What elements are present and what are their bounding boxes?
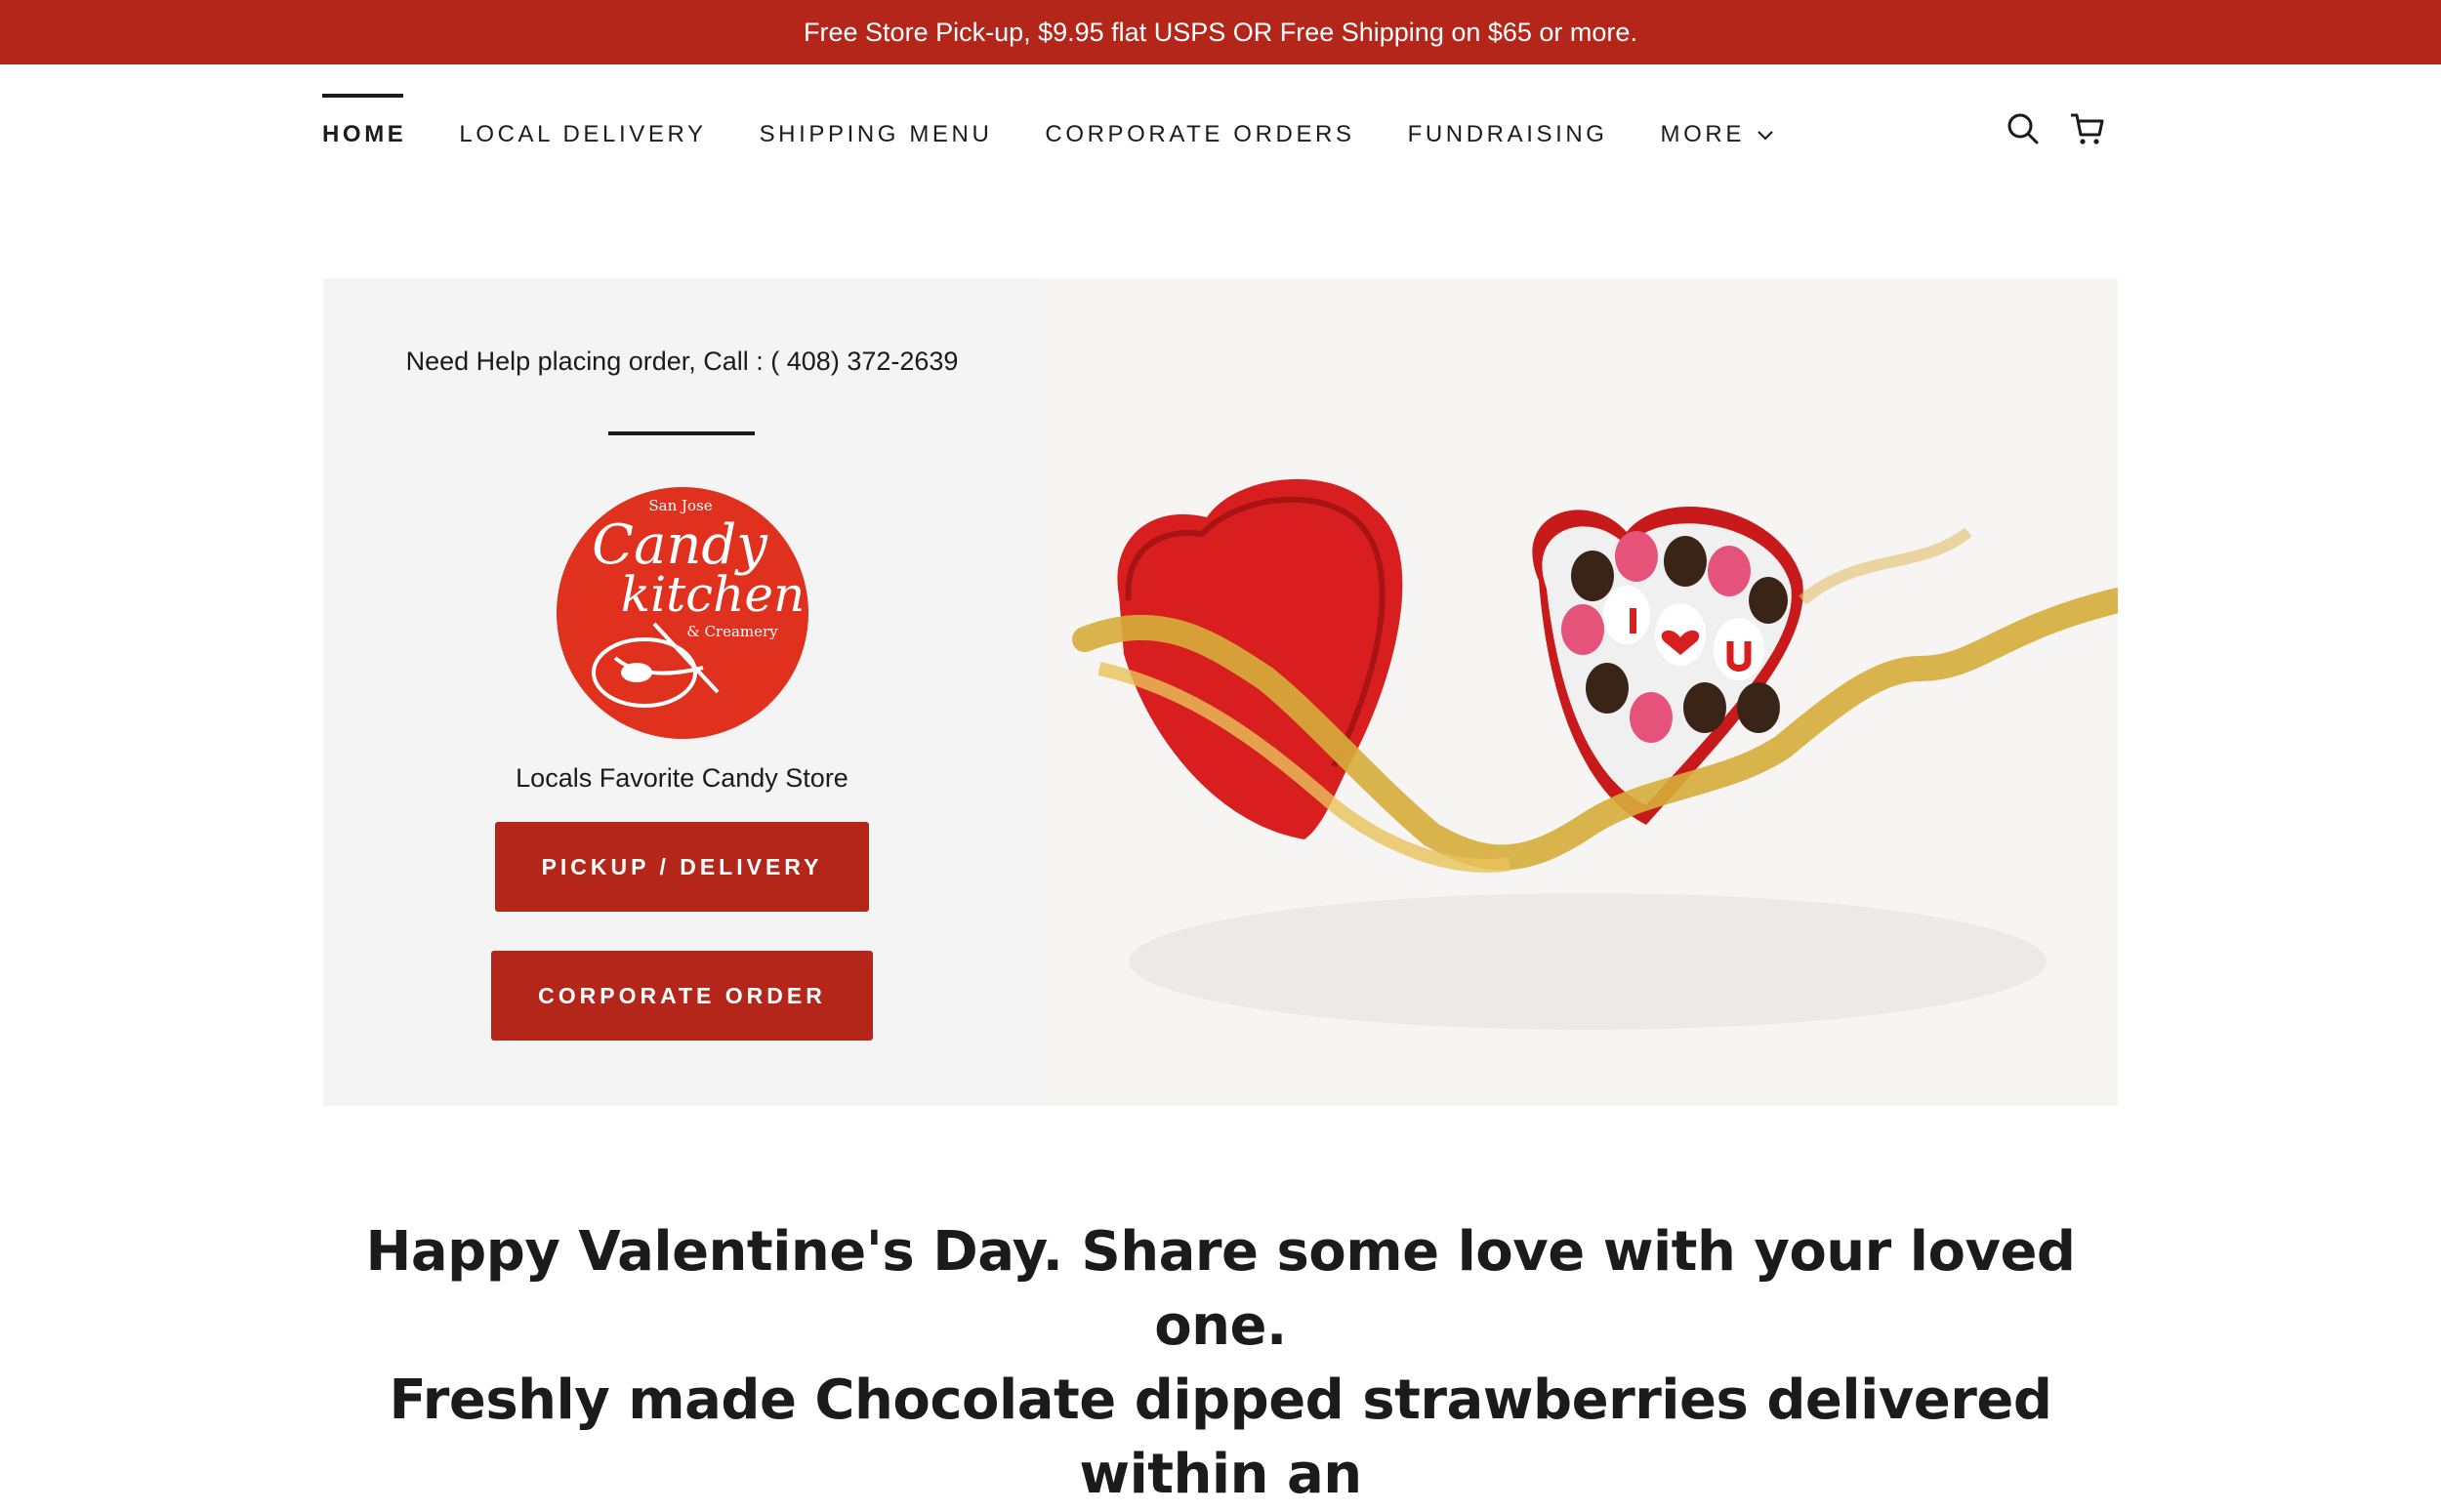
divider (608, 431, 755, 435)
svg-text:& Creamery: & Creamery (686, 623, 778, 640)
nav-label-local-delivery: LOCAL DELIVERY (459, 121, 707, 147)
headline: Happy Valentine's Day. Share some love w… (322, 1215, 2119, 1512)
nav-item-more[interactable]: MORE (1661, 94, 1776, 148)
tagline: Locals Favorite Candy Store (516, 763, 848, 793)
announcement-text: Free Store Pick-up, $9.95 flat USPS OR F… (804, 17, 1637, 47)
svg-text:kitchen: kitchen (621, 566, 805, 623)
nav-item-shipping-menu[interactable]: SHIPPING MENU (760, 94, 993, 148)
search-icon[interactable] (2004, 109, 2043, 148)
pickup-delivery-button[interactable]: PICKUP / DELIVERY (495, 822, 869, 912)
nav-item-fundraising[interactable]: FUNDRAISING (1408, 94, 1608, 148)
nav-label-corporate-orders: CORPORATE ORDERS (1045, 121, 1355, 147)
corporate-order-button[interactable]: CORPORATE ORDER (491, 951, 873, 1041)
chocolate-strawberries-heart-box-image (1041, 278, 2118, 1106)
hero-image (1041, 278, 2118, 1106)
nav-label-fundraising: FUNDRAISING (1407, 121, 1608, 147)
nav-label-home: HOME (322, 121, 407, 147)
headline-line-2: Freshly made Chocolate dipped strawberri… (389, 1369, 2052, 1506)
nav-label-shipping-menu: SHIPPING MENU (759, 121, 993, 147)
chevron-down-icon (1758, 131, 1773, 141)
announcement-bar: Free Store Pick-up, $9.95 flat USPS OR F… (0, 0, 2441, 64)
nav-label-more: MORE (1660, 121, 1745, 147)
cart-icon[interactable] (2068, 109, 2107, 148)
svg-text:San Jose: San Jose (648, 497, 712, 514)
nav-item-corporate-orders[interactable]: CORPORATE ORDERS (1045, 94, 1354, 148)
nav-item-home[interactable]: HOME (322, 94, 406, 148)
hero-info-panel: Need Help placing order, Call : ( 408) 3… (323, 278, 1041, 1106)
headline-line-1: Happy Valentine's Day. Share some love w… (365, 1220, 2076, 1358)
hero-section: Need Help placing order, Call : ( 408) 3… (323, 278, 2118, 1106)
nav-item-local-delivery[interactable]: LOCAL DELIVERY (459, 94, 706, 148)
main-nav: HOME LOCAL DELIVERY SHIPPING MENU CORPOR… (322, 94, 1829, 182)
help-phone-text: Need Help placing order, Call : ( 408) 3… (405, 347, 959, 376)
candy-kitchen-logo: San Jose Candy kitchen & Creamery (557, 487, 808, 739)
